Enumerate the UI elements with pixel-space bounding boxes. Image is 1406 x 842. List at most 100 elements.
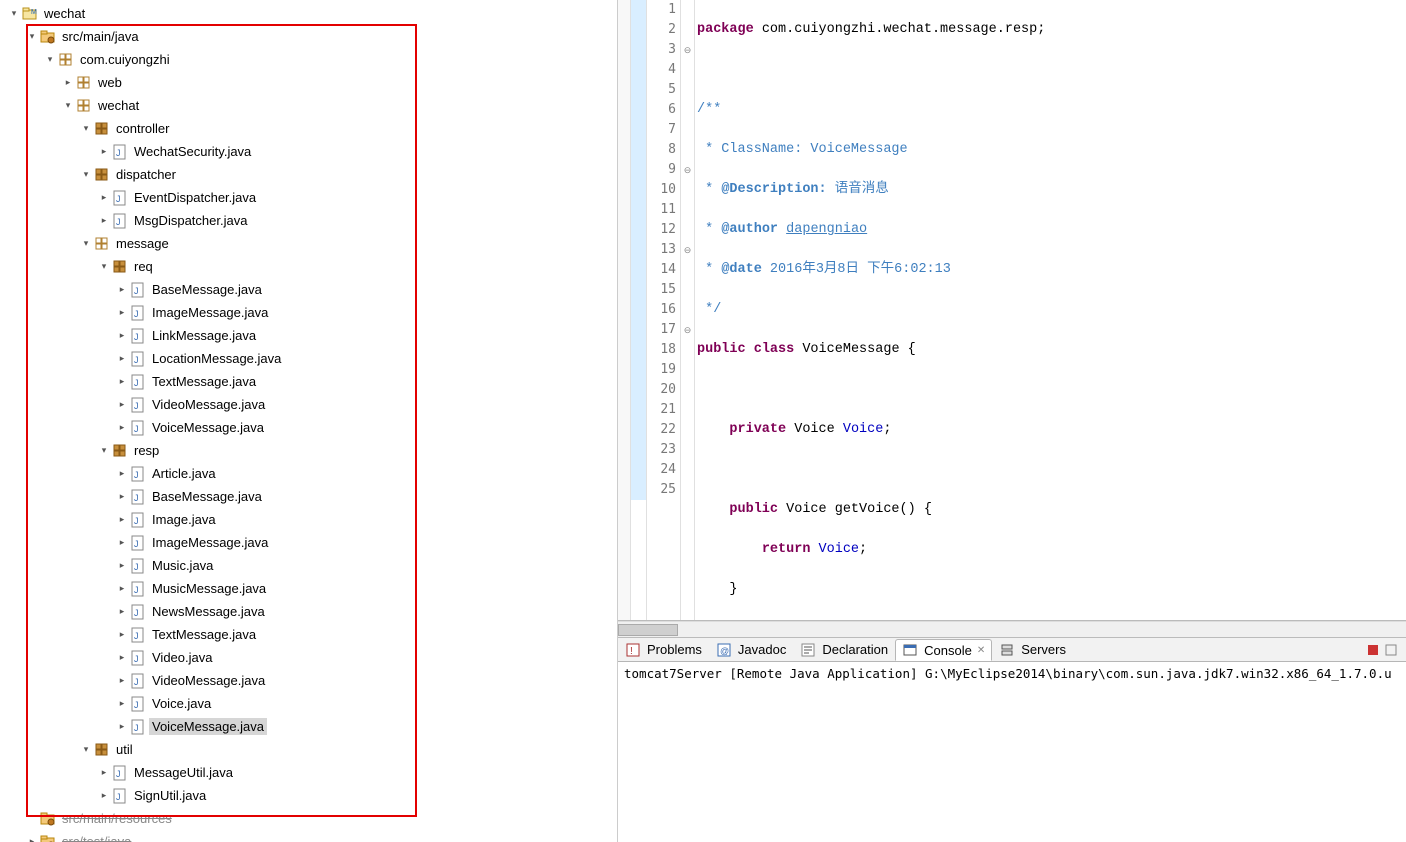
tree-file[interactable]: ▸JArticle.java — [6, 462, 617, 485]
tree-pkg-util[interactable]: ▾ util — [6, 738, 617, 761]
tree-file[interactable]: ▸JImageMessage.java — [6, 301, 617, 324]
expand-icon[interactable]: ▾ — [42, 54, 58, 65]
tab-console[interactable]: Console ✕ — [895, 639, 992, 661]
expand-icon[interactable]: ▸ — [114, 629, 130, 640]
expand-icon[interactable]: ▾ — [78, 169, 94, 180]
tree-file[interactable]: ▸JMusicMessage.java — [6, 577, 617, 600]
tree-file[interactable]: ▸JBaseMessage.java — [6, 278, 617, 301]
tree-pkg-controller[interactable]: ▾ controller — [6, 117, 617, 140]
code-content[interactable]: package com.cuiyongzhi.wechat.message.re… — [695, 0, 1406, 620]
tree-file[interactable]: ▸JVideoMessage.java — [6, 669, 617, 692]
tree-label: ImageMessage.java — [149, 534, 271, 551]
close-icon[interactable]: ✕ — [977, 645, 985, 656]
tree-pkg-dispatcher[interactable]: ▾ dispatcher — [6, 163, 617, 186]
expand-icon[interactable]: ▸ — [96, 767, 112, 778]
expand-icon[interactable]: ▸ — [114, 675, 130, 686]
expand-icon[interactable]: ▸ — [24, 836, 40, 842]
tree-file-msgdispatcher[interactable]: ▸JMsgDispatcher.java — [6, 209, 617, 232]
java-file-icon: J — [130, 282, 146, 298]
expand-icon[interactable]: ▾ — [24, 31, 40, 42]
code-editor[interactable]: 1 2 3 4 5 6 7 8 9 10 11 12 13 14 15 16 1… — [618, 0, 1406, 621]
console-output[interactable]: tomcat7Server [Remote Java Application] … — [618, 662, 1406, 842]
expand-icon[interactable]: ▸ — [114, 468, 130, 479]
tree-file[interactable]: ▸JVideoMessage.java — [6, 393, 617, 416]
expand-icon[interactable]: ▾ — [78, 744, 94, 755]
tree-pkg-web[interactable]: ▸ web — [6, 71, 617, 94]
expand-icon[interactable]: ▾ — [78, 238, 94, 249]
folding-column[interactable]: ⊖ ⊖ ⊖ ⊖ — [681, 0, 695, 620]
expand-icon[interactable]: ▸ — [96, 215, 112, 226]
tree-file[interactable]: ▸JSignUtil.java — [6, 784, 617, 807]
tree-src-test-java[interactable]: ▸ src/test/java — [6, 830, 617, 842]
expand-icon[interactable]: ▸ — [96, 790, 112, 801]
terminate-button[interactable] — [1366, 643, 1380, 657]
tab-problems[interactable]: ! Problems — [618, 639, 709, 661]
code-token — [697, 422, 729, 437]
package-icon — [94, 742, 110, 758]
expand-icon[interactable]: ▾ — [60, 100, 76, 111]
tree-file[interactable]: ▸JImage.java — [6, 508, 617, 531]
tree-file-eventdispatcher[interactable]: ▸JEventDispatcher.java — [6, 186, 617, 209]
tree-pkg-req[interactable]: ▾ req — [6, 255, 617, 278]
tree-label: wechat — [41, 5, 88, 22]
expand-icon[interactable]: ▸ — [114, 514, 130, 525]
tree-file[interactable]: ▸JVoice.java — [6, 692, 617, 715]
line-number-gutter[interactable]: 1 2 3 4 5 6 7 8 9 10 11 12 13 14 15 16 1… — [647, 0, 681, 620]
expand-icon[interactable]: ▾ — [78, 123, 94, 134]
expand-icon[interactable]: ▸ — [96, 146, 112, 157]
tree-file[interactable]: ▸JVideo.java — [6, 646, 617, 669]
expand-icon[interactable]: ▾ — [96, 445, 112, 456]
tree-file-wechatsecurity[interactable]: ▸ J WechatSecurity.java — [6, 140, 617, 163]
expand-icon[interactable]: ▸ — [114, 284, 130, 295]
svg-text:J: J — [134, 378, 139, 388]
expand-icon[interactable]: ▸ — [114, 721, 130, 732]
tree-file[interactable]: ▸JMessageUtil.java — [6, 761, 617, 784]
tree-file[interactable]: ▸JVoiceMessage.java — [6, 416, 617, 439]
tree-pkg-com-cuiyongzhi[interactable]: ▾ com.cuiyongzhi — [6, 48, 617, 71]
overview-ruler[interactable] — [618, 0, 631, 620]
expand-icon[interactable]: ▸ — [96, 192, 112, 203]
tab-servers[interactable]: Servers — [992, 639, 1073, 661]
tree-project-wechat[interactable]: ▾ M wechat — [6, 2, 617, 25]
expand-icon[interactable]: ▸ — [114, 560, 130, 571]
expand-icon[interactable]: ▸ — [114, 652, 130, 663]
tree-file[interactable]: ▸JTextMessage.java — [6, 623, 617, 646]
tree-pkg-message[interactable]: ▾ message — [6, 232, 617, 255]
editor-horizontal-scrollbar[interactable] — [618, 621, 1406, 637]
tree-file[interactable]: ▸JLocationMessage.java — [6, 347, 617, 370]
tree-file[interactable]: ▸JMusic.java — [6, 554, 617, 577]
expand-icon[interactable]: ▸ — [114, 376, 130, 387]
expand-icon[interactable]: ▸ — [60, 77, 76, 88]
tree-file-voicemessage-selected[interactable]: ▸JVoiceMessage.java — [6, 715, 617, 738]
tree-file[interactable]: ▸JLinkMessage.java — [6, 324, 617, 347]
expand-icon[interactable]: ▾ — [6, 8, 22, 19]
tree-file[interactable]: ▸JBaseMessage.java — [6, 485, 617, 508]
tree-pkg-wechat[interactable]: ▾ wechat — [6, 94, 617, 117]
expand-icon[interactable]: ▸ — [114, 330, 130, 341]
package-explorer[interactable]: ▾ M wechat ▾ src/main/java ▾ com.cuiyong… — [0, 0, 618, 842]
tree-file[interactable]: ▸JTextMessage.java — [6, 370, 617, 393]
tree-src-main-java[interactable]: ▾ src/main/java — [6, 25, 617, 48]
marker-bar[interactable] — [631, 0, 647, 620]
expand-icon[interactable]: ▸ — [114, 422, 130, 433]
expand-icon[interactable]: ▸ — [114, 698, 130, 709]
tree-file[interactable]: ▸JNewsMessage.java — [6, 600, 617, 623]
tab-javadoc[interactable]: @ Javadoc — [709, 639, 793, 661]
expand-icon[interactable]: ▸ — [114, 583, 130, 594]
expand-icon[interactable]: ▸ — [114, 399, 130, 410]
tree-file[interactable]: ▸JImageMessage.java — [6, 531, 617, 554]
scrollbar-thumb[interactable] — [618, 624, 678, 636]
tab-declaration[interactable]: Declaration — [793, 639, 895, 661]
expand-icon[interactable]: ▸ — [114, 491, 130, 502]
tree-pkg-resp[interactable]: ▾ resp — [6, 439, 617, 462]
expand-icon[interactable]: ▸ — [114, 537, 130, 548]
expand-icon[interactable]: ▸ — [114, 353, 130, 364]
problems-icon: ! — [625, 642, 641, 658]
project-tree[interactable]: ▾ M wechat ▾ src/main/java ▾ com.cuiyong… — [0, 0, 617, 842]
tree-src-main-resources[interactable]: ▸ src/main/resources — [6, 807, 617, 830]
expand-icon[interactable]: ▾ — [96, 261, 112, 272]
expand-icon[interactable]: ▸ — [114, 307, 130, 318]
tree-label: Music.java — [149, 557, 216, 574]
toolbar-button[interactable] — [1384, 643, 1398, 657]
expand-icon[interactable]: ▸ — [114, 606, 130, 617]
